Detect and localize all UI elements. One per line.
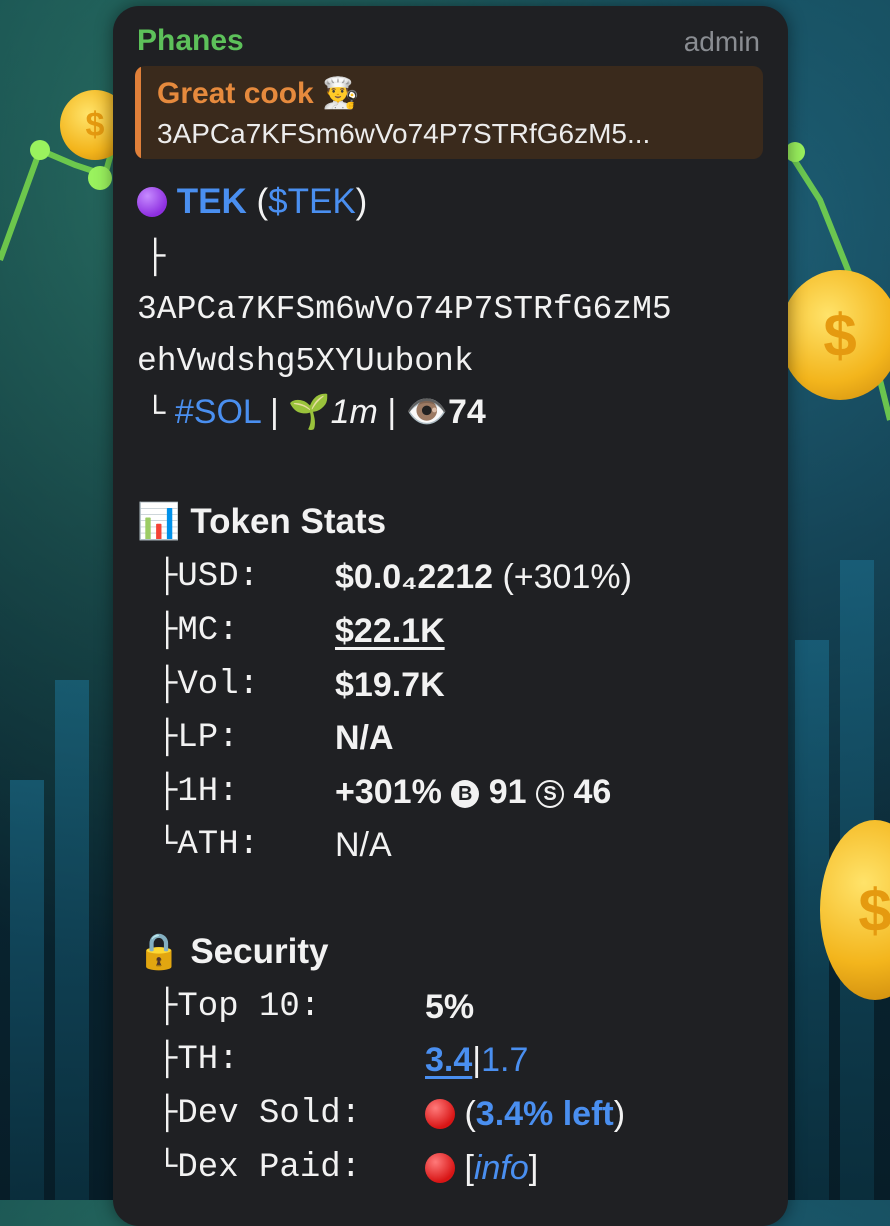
views-count: 74 bbox=[447, 393, 486, 431]
security-label: Dex Paid: bbox=[177, 1149, 362, 1187]
stat-label: Vol: bbox=[177, 666, 260, 704]
tree-branch: ├ bbox=[157, 666, 178, 704]
tree-branch: ├ bbox=[157, 558, 178, 596]
tree-branch: ├ bbox=[145, 239, 166, 277]
tree-branch: ├ bbox=[157, 612, 178, 650]
paren-open: ( bbox=[256, 182, 269, 221]
paren-close: ) bbox=[355, 182, 368, 221]
token-address-line2[interactable]: ehVwdshg5XYUubonk bbox=[137, 343, 474, 380]
buy-count: 91 bbox=[488, 773, 527, 811]
top-holder-link[interactable]: 3.4 bbox=[425, 1041, 472, 1079]
stat-label: 1H: bbox=[177, 773, 239, 811]
security-dev-sold-label: ├Dev Sold: bbox=[157, 1095, 361, 1133]
reply-quote[interactable]: Great cook 👨‍🍳 3APCa7KFSm6wVo74P7STRfG6z… bbox=[135, 66, 763, 159]
usd-change: (+301%) bbox=[502, 558, 632, 596]
buy-circle-icon: B bbox=[451, 780, 480, 808]
one-hour-change: +301% bbox=[335, 773, 442, 811]
stat-mc-label: ├MC: bbox=[157, 612, 239, 650]
one-hour-value: +301% B 91 S 46 bbox=[335, 773, 611, 812]
ath-value: N/A bbox=[335, 826, 392, 864]
tree-end: └ bbox=[145, 396, 166, 434]
reply-title: Great cook 👨‍🍳 bbox=[157, 77, 360, 110]
separator: | bbox=[387, 393, 397, 431]
tree-end: └ bbox=[157, 826, 178, 864]
sell-count: 46 bbox=[573, 773, 612, 811]
eye-icon: 👁️ bbox=[405, 393, 448, 431]
tree-branch: ├ bbox=[157, 773, 178, 811]
paren-open: ( bbox=[464, 1095, 476, 1133]
tree-end: └ bbox=[157, 1149, 178, 1187]
lock-icon: 🔒 bbox=[137, 932, 181, 971]
security-top10-label: ├Top 10: bbox=[157, 988, 320, 1026]
reply-text: 3APCa7KFSm6wVo74P7STRfG6zM5... bbox=[157, 118, 651, 149]
red-circle-icon bbox=[425, 1099, 455, 1129]
stat-label: MC: bbox=[177, 612, 239, 650]
security-dex-paid-label: └Dex Paid: bbox=[157, 1149, 361, 1187]
usd-price: $0.0₄2212 bbox=[335, 558, 494, 596]
token-title: TEK ($TEK) bbox=[137, 182, 367, 222]
dev-sold-value: (3.4% left) bbox=[425, 1095, 625, 1134]
sender-name[interactable]: Phanes bbox=[137, 24, 244, 58]
separator: | bbox=[270, 393, 279, 431]
dev-left-link[interactable]: 3.4% left bbox=[476, 1095, 614, 1133]
security-label: TH: bbox=[177, 1041, 239, 1079]
market-cap-link[interactable]: $22.1K bbox=[335, 612, 445, 651]
security-label: Dev Sold: bbox=[177, 1095, 362, 1133]
bar-chart-icon: 📊 bbox=[137, 502, 181, 541]
purple-circle-icon bbox=[137, 187, 167, 217]
admin-badge: admin bbox=[683, 26, 760, 57]
tree-branch: ├ bbox=[157, 988, 178, 1026]
stat-label: USD: bbox=[177, 558, 260, 596]
stat-ath-label: └ATH: bbox=[157, 826, 259, 864]
security-title: Security bbox=[190, 932, 329, 971]
stat-label: LP: bbox=[177, 719, 239, 757]
token-meta-line: └ #SOL | 🌱1m | 👁️74 bbox=[145, 392, 486, 434]
chain-hashtag-link[interactable]: #SOL bbox=[175, 393, 261, 431]
security-heading: 🔒 Security bbox=[137, 931, 328, 972]
holder-secondary-link[interactable]: 1.7 bbox=[481, 1041, 528, 1079]
token-address-line1[interactable]: 3APCa7KFSm6wVo74P7STRfG6zM5 bbox=[137, 291, 672, 328]
seedling-icon: 🌱 bbox=[288, 393, 331, 431]
token-name-link[interactable]: TEK bbox=[177, 182, 247, 221]
token-stats-title: Token Stats bbox=[190, 502, 387, 541]
token-age: 1m bbox=[330, 393, 378, 431]
bracket-open: [ bbox=[464, 1149, 474, 1187]
top10-value: 5% bbox=[425, 988, 475, 1026]
volume-value: $19.7K bbox=[335, 666, 445, 704]
background-coin: $ bbox=[780, 270, 890, 400]
bracket-close: ] bbox=[528, 1149, 539, 1187]
dex-paid-value: [info] bbox=[425, 1149, 538, 1188]
lp-value: N/A bbox=[335, 719, 394, 757]
stat-usd-value: $0.0₄2212 (+301%) bbox=[335, 558, 632, 597]
tree-branch: ├ bbox=[157, 1041, 178, 1079]
sell-circle-icon: S bbox=[536, 780, 565, 808]
info-link[interactable]: info bbox=[474, 1149, 529, 1187]
stat-1h-label: ├1H: bbox=[157, 773, 239, 811]
paren-close: ) bbox=[613, 1095, 626, 1133]
red-circle-icon bbox=[425, 1153, 455, 1183]
stat-vol-label: ├Vol: bbox=[157, 666, 259, 704]
token-stats-heading: 📊 Token Stats bbox=[137, 501, 386, 542]
security-label: Top 10: bbox=[177, 988, 321, 1026]
th-value: 3.4|1.7 bbox=[425, 1041, 528, 1080]
tree-branch: ├ bbox=[157, 719, 178, 757]
separator: | bbox=[472, 1041, 482, 1079]
message-bubble: Phanes admin Great cook 👨‍🍳 3APCa7KFSm6w… bbox=[113, 6, 788, 1226]
stat-lp-label: ├LP: bbox=[157, 719, 239, 757]
token-symbol-link[interactable]: $TEK bbox=[268, 182, 356, 221]
reply-accent-bar bbox=[135, 66, 141, 159]
security-th-label: ├TH: bbox=[157, 1041, 239, 1079]
stat-label: ATH: bbox=[177, 826, 260, 864]
tree-branch: ├ bbox=[157, 1095, 178, 1133]
stat-usd-label: ├USD: bbox=[157, 558, 259, 596]
